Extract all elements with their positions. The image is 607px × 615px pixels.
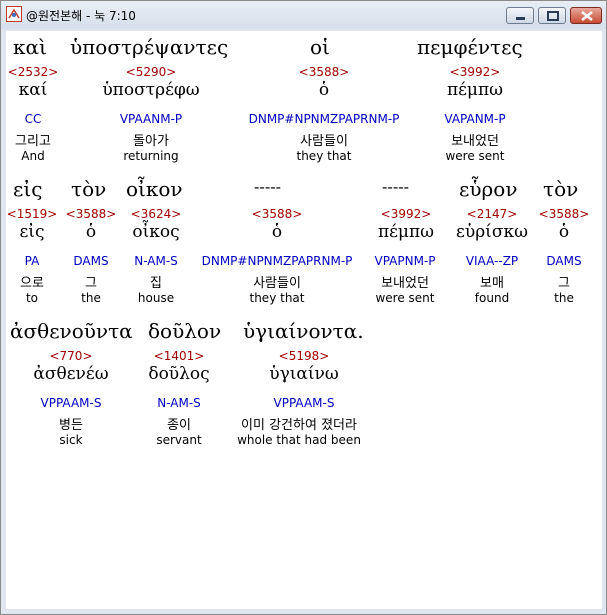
morph-code[interactable]: CC xyxy=(6,112,60,126)
english-gloss: whole that had been xyxy=(237,433,361,447)
english-gloss: found xyxy=(474,291,510,305)
lemma[interactable]: πέμπω xyxy=(366,222,446,242)
lemma[interactable]: ὁ xyxy=(237,222,317,242)
korean-gloss: 돌아가 xyxy=(133,134,169,149)
lemma[interactable]: ὁ xyxy=(64,222,118,242)
korean-gloss: 보매 xyxy=(480,276,504,291)
strong-number[interactable]: <2532> xyxy=(6,65,60,79)
english-gloss: they that xyxy=(296,149,352,163)
greek-word[interactable]: ὑποστρέψαντες xyxy=(70,35,228,59)
maximize-button[interactable] xyxy=(538,7,566,24)
strong-number[interactable]: <1401> xyxy=(139,349,219,363)
minimize-button[interactable] xyxy=(506,7,534,24)
strong-number[interactable]: <3588> xyxy=(536,207,592,221)
lemma[interactable]: εὑρίσκω xyxy=(447,222,537,242)
lemma[interactable]: ὁ xyxy=(536,222,592,242)
greek-word[interactable]: ἀσθενοῦντα xyxy=(10,319,133,343)
omitted-word-dashes[interactable]: ----- xyxy=(254,177,281,196)
morph-code[interactable]: DAMS xyxy=(536,254,592,268)
english-gloss: servant xyxy=(156,433,202,447)
lemma[interactable]: οἶκος xyxy=(121,222,191,242)
korean-gloss: 보내었던 xyxy=(451,134,499,149)
korean-gloss: 집 xyxy=(150,276,162,291)
korean-gloss: 그 xyxy=(85,276,97,291)
morph-code[interactable]: N-AM-S xyxy=(139,396,219,410)
app-logo-icon xyxy=(6,6,22,22)
greek-word[interactable]: πεμφέντες xyxy=(417,35,523,59)
korean-gloss: 이미 강건하여 졌더라 xyxy=(241,418,357,433)
strong-number[interactable]: <3588> xyxy=(279,65,369,79)
title-bar[interactable]: @원전본해 - 눅 7:10 xyxy=(1,1,606,29)
morph-code[interactable]: DNMP#NPNMZPAPRNM-P xyxy=(239,112,409,126)
strong-number[interactable]: <770> xyxy=(31,349,111,363)
greek-word[interactable]: εἰς xyxy=(13,177,42,201)
strong-number[interactable]: <3992> xyxy=(366,207,446,221)
lemma[interactable]: πέμπω xyxy=(430,80,520,100)
strong-number[interactable]: <2147> xyxy=(452,207,532,221)
morph-code[interactable]: VPAPNM-P xyxy=(364,254,446,268)
strong-number[interactable]: <5290> xyxy=(106,65,196,79)
morph-code[interactable]: VAPANM-P xyxy=(430,112,520,126)
greek-word[interactable]: τὸν xyxy=(71,177,106,201)
english-gloss: they that xyxy=(249,291,305,305)
korean-gloss: 그리고 xyxy=(15,134,51,149)
lemma[interactable]: καί xyxy=(6,80,60,100)
lemma[interactable]: ὑποστρέφω xyxy=(96,80,206,100)
morph-code[interactable]: VPAANM-P xyxy=(106,112,196,126)
strong-number[interactable]: <3588> xyxy=(237,207,317,221)
english-gloss: sick xyxy=(59,433,83,447)
english-gloss: the xyxy=(554,291,574,305)
greek-word[interactable]: οἱ xyxy=(310,35,330,59)
close-button[interactable] xyxy=(570,7,602,24)
korean-gloss: 사람들이 xyxy=(300,134,348,149)
morph-code[interactable]: DNMP#NPNMZPAPRNM-P xyxy=(197,254,357,268)
strong-number[interactable]: <3624> xyxy=(126,207,186,221)
morph-code[interactable]: PA xyxy=(6,254,58,268)
lemma[interactable]: δοῦλος xyxy=(134,364,224,384)
maximize-icon xyxy=(547,11,559,21)
morph-code[interactable]: N-AM-S xyxy=(121,254,191,268)
morph-code[interactable]: DAMS xyxy=(64,254,118,268)
english-gloss: were sent xyxy=(375,291,435,305)
greek-word[interactable]: οἶκον xyxy=(126,177,183,201)
korean-gloss: 종이 xyxy=(167,418,191,433)
english-gloss: returning xyxy=(123,149,179,163)
greek-word[interactable]: τὸν xyxy=(543,177,578,201)
minimize-icon xyxy=(516,17,525,20)
lemma[interactable]: ἀσθενέω xyxy=(21,364,121,384)
strong-number[interactable]: <1519> xyxy=(6,207,58,221)
window-title: @원전본해 - 눅 7:10 xyxy=(26,9,136,23)
english-gloss: to xyxy=(25,291,39,305)
interlinear-view: καὶ ὑποστρέψαντες οἱ πεμφέντες <2532> <5… xyxy=(6,31,602,609)
greek-word[interactable]: ὑγιαίνοντα. xyxy=(243,319,364,343)
strong-number[interactable]: <3588> xyxy=(64,207,118,221)
korean-gloss: 병든 xyxy=(59,418,83,433)
greek-word[interactable]: καὶ xyxy=(13,35,47,59)
english-gloss: the xyxy=(81,291,101,305)
lemma[interactable]: ὁ xyxy=(279,80,369,100)
strong-number[interactable]: <5198> xyxy=(249,349,359,363)
english-gloss: And xyxy=(21,149,45,163)
english-gloss: house xyxy=(137,291,175,305)
korean-gloss: 보내었던 xyxy=(381,276,429,291)
strong-number[interactable]: <3992> xyxy=(430,65,520,79)
morph-code[interactable]: VPPAAM-S xyxy=(26,396,116,410)
morph-code[interactable]: VIAA--ZP xyxy=(452,254,532,268)
lemma[interactable]: ὑγιαίνω xyxy=(249,364,359,384)
close-icon xyxy=(581,11,593,21)
korean-gloss: 사람들이 xyxy=(253,276,301,291)
korean-gloss: 그 xyxy=(558,276,570,291)
korean-gloss: 으로 xyxy=(20,276,44,291)
greek-word[interactable]: εὗρον xyxy=(459,177,517,201)
greek-word[interactable]: δοῦλον xyxy=(148,319,221,343)
morph-code[interactable]: VPPAAM-S xyxy=(254,396,354,410)
lemma[interactable]: εἰς xyxy=(6,222,58,242)
omitted-word-dashes[interactable]: ----- xyxy=(382,177,409,196)
english-gloss: were sent xyxy=(445,149,505,163)
app-window: @원전본해 - 눅 7:10 καὶ ὑποστρέψαντες οἱ πεμφ… xyxy=(0,0,607,615)
